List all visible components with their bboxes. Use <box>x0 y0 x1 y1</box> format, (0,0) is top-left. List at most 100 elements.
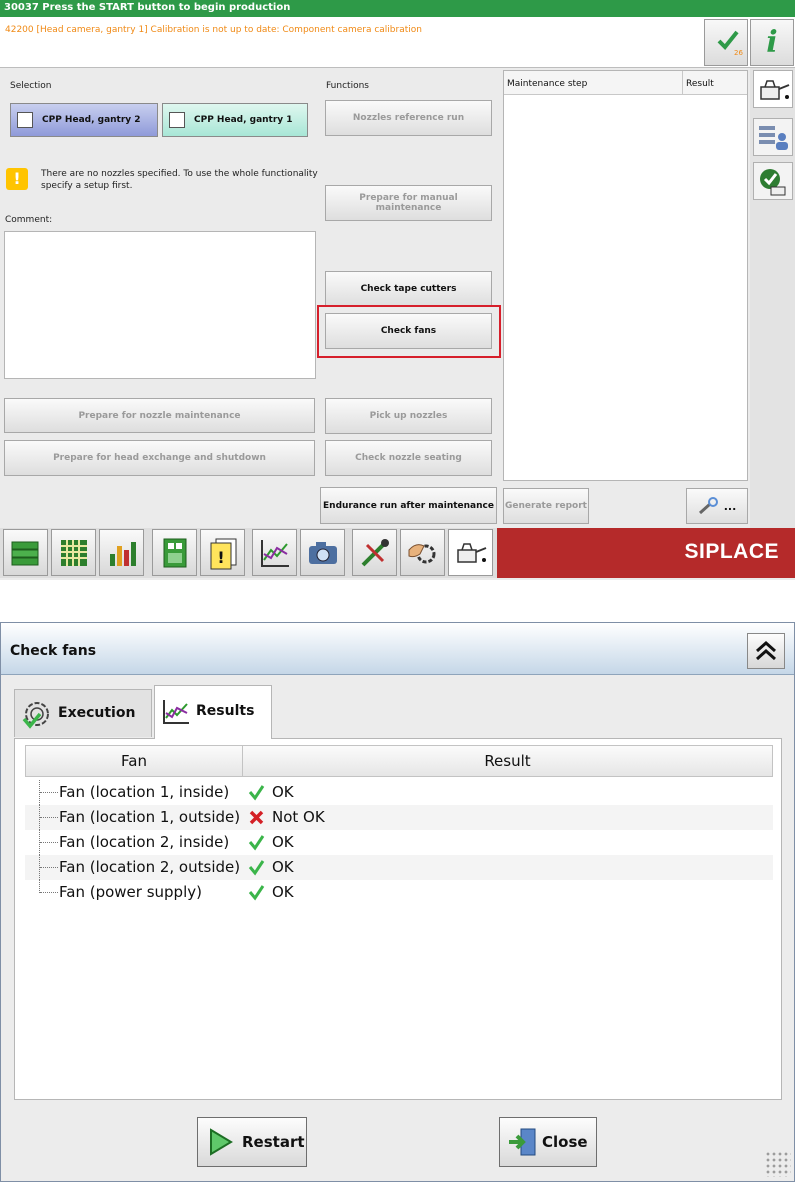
functions-label: Functions <box>326 81 369 91</box>
play-icon <box>210 1128 233 1156</box>
maintenance-step-list[interactable]: Maintenance step Result <box>503 70 748 481</box>
fan-name: Fan (location 2, inside) <box>59 833 230 851</box>
close-button[interactable]: Close <box>499 1117 597 1167</box>
option-label: CPP Head, gantry 1 <box>194 115 293 125</box>
acknowledge-count: 26 <box>734 49 743 57</box>
line-chart-icon <box>163 700 189 724</box>
prepare-head-exchange-button[interactable]: Prepare for head exchange and shutdown <box>4 440 315 476</box>
taskbar-board[interactable] <box>152 529 197 576</box>
taskbar-maintenance[interactable] <box>448 529 493 576</box>
results-panel: Fan Result Fan (location 1, inside) OK F… <box>14 738 782 1100</box>
checkbox-icon <box>17 112 33 128</box>
option-label: CPP Head, gantry 2 <box>42 115 141 125</box>
ok-check-icon <box>248 835 265 851</box>
result-text: OK <box>272 833 294 851</box>
document-warning-icon: ! <box>210 538 237 570</box>
bar-chart-icon <box>110 542 136 566</box>
message-text: 42200 [Head camera, gantry 1] Calibratio… <box>5 25 422 35</box>
sidebar-verified-maintenance[interactable] <box>753 162 793 200</box>
feeder-grid-icon <box>61 540 87 566</box>
tools-menu-button[interactable]: ... <box>686 488 748 524</box>
collapse-button[interactable] <box>747 633 785 669</box>
endurance-run-button[interactable]: Endurance run after maintenance <box>320 487 497 524</box>
nozzles-reference-run-button[interactable]: Nozzles reference run <box>325 100 492 136</box>
ok-check-icon <box>248 860 265 876</box>
wrench-icon <box>698 497 718 515</box>
result-text: OK <box>272 858 294 876</box>
taskbar-production[interactable] <box>3 529 48 576</box>
select-cpp-head-gantry-1[interactable]: CPP Head, gantry 1 <box>162 103 308 137</box>
warning-icon: ! <box>6 168 28 190</box>
checkbox-icon <box>169 112 185 128</box>
taskbar-tools[interactable] <box>352 529 397 576</box>
oil-can-icon <box>760 80 790 100</box>
tab-execution[interactable]: Execution <box>14 689 152 737</box>
prepare-manual-maintenance-button[interactable]: Prepare for manual maintenance <box>325 185 492 221</box>
table-row[interactable]: Fan (power supply) OK <box>25 880 773 905</box>
acknowledge-button[interactable]: 26 <box>704 19 748 66</box>
taskbar-messages[interactable]: ! <box>200 529 245 576</box>
dialog-title: Check fans <box>10 643 97 659</box>
status-bar: 30037 Press the START button to begin pr… <box>0 0 795 17</box>
taskbar-camera[interactable] <box>300 529 345 576</box>
prepare-nozzle-maintenance-button[interactable]: Prepare for nozzle maintenance <box>4 398 315 433</box>
check-nozzle-seating-button[interactable]: Check nozzle seating <box>325 440 492 476</box>
table-row[interactable]: Fan (location 1, inside) OK <box>25 780 773 805</box>
column-header-result[interactable]: Result <box>683 71 747 95</box>
fail-cross-icon <box>249 810 264 825</box>
comment-input[interactable] <box>4 231 316 379</box>
pick-up-nozzles-button[interactable]: Pick up nozzles <box>325 398 492 434</box>
selection-label: Selection <box>10 81 52 91</box>
generate-report-button[interactable]: Generate report <box>503 488 589 524</box>
list-person-icon <box>759 126 788 150</box>
warning-text: There are no nozzles specified. To use t… <box>41 169 318 191</box>
result-text: OK <box>272 883 294 901</box>
checkmark-oil-icon <box>760 169 786 196</box>
column-header-fan[interactable]: Fan <box>25 745 243 777</box>
check-tape-cutters-button[interactable]: Check tape cutters <box>325 271 492 307</box>
taskbar-feeders[interactable] <box>51 529 96 576</box>
restart-label: Restart <box>242 1133 305 1151</box>
table-row[interactable]: Fan (location 1, outside) Not OK <box>25 805 773 830</box>
check-fans-dialog: Check fans Execution Results Fan Result … <box>0 622 795 1182</box>
taskbar-service[interactable] <box>400 529 445 576</box>
hand-gear-icon <box>408 544 436 564</box>
table-row[interactable]: Fan (location 2, inside) OK <box>25 830 773 855</box>
highlight-frame <box>317 305 501 358</box>
oil-can-icon <box>457 543 487 563</box>
sidebar-maintenance[interactable] <box>753 70 793 108</box>
line-chart-icon <box>261 540 289 567</box>
board-layout-icon <box>163 538 187 568</box>
camera-icon <box>309 542 337 564</box>
column-header-step[interactable]: Maintenance step <box>504 71 683 95</box>
fan-name: Fan (location 2, outside) <box>59 858 241 876</box>
svg-text:!: ! <box>217 548 224 567</box>
double-chevron-up-icon <box>756 640 776 661</box>
result-text: Not OK <box>272 808 325 826</box>
restart-button[interactable]: Restart <box>197 1117 307 1167</box>
info-button[interactable]: i <box>750 19 794 66</box>
ok-check-icon <box>248 785 265 801</box>
comment-label: Comment: <box>5 215 53 225</box>
tab-label: Execution <box>58 705 136 721</box>
tab-results[interactable]: Results <box>154 685 272 739</box>
result-text: OK <box>272 783 294 801</box>
info-icon: i <box>766 25 778 60</box>
resize-grip[interactable] <box>765 1151 791 1177</box>
brand-logo: SIPLACE <box>497 528 795 578</box>
more-label: ... <box>723 499 737 513</box>
tab-label: Results <box>196 703 255 719</box>
select-cpp-head-gantry-2[interactable]: CPP Head, gantry 2 <box>10 103 158 137</box>
taskbar-trends[interactable] <box>252 529 297 576</box>
fan-name: Fan (location 1, outside) <box>59 808 241 826</box>
sidebar-setup-list[interactable] <box>753 118 793 156</box>
checkmark-icon <box>717 30 739 50</box>
gear-check-icon <box>22 702 49 729</box>
ok-check-icon <box>248 885 265 901</box>
dialog-title-bar: Check fans <box>1 623 794 675</box>
tools-icon <box>361 539 389 567</box>
message-area: 42200 [Head camera, gantry 1] Calibratio… <box>0 17 795 68</box>
column-header-result[interactable]: Result <box>243 745 773 777</box>
taskbar-statistics[interactable] <box>99 529 144 576</box>
table-row[interactable]: Fan (location 2, outside) OK <box>25 855 773 880</box>
